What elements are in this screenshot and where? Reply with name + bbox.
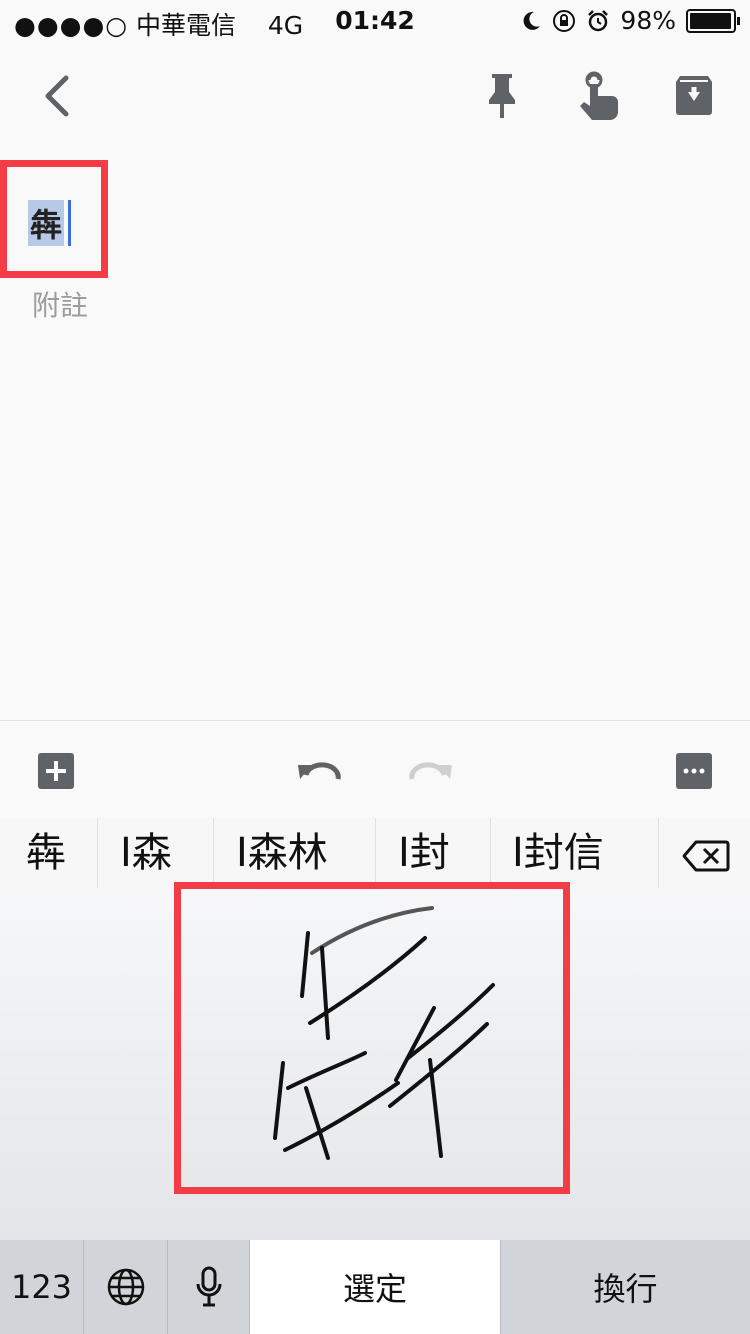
handwriting-highlight-box [174,882,570,1194]
note-body-input[interactable]: 附註 [32,284,88,324]
battery-icon [686,8,740,33]
backspace-icon[interactable] [682,840,730,872]
editor-bar [0,720,750,819]
status-bar: ●●●●○ 中華電信 4G 01:42 98% [0,0,750,40]
archive-icon[interactable] [674,74,714,116]
alarm-icon [588,9,609,31]
redo-icon[interactable] [408,757,454,785]
candidate-divider [658,818,659,888]
globe-icon [107,1268,144,1306]
candidate-item[interactable]: I封 [398,818,450,888]
numbers-key[interactable]: 123 [0,1240,84,1334]
candidate-item[interactable]: I封信 [512,818,604,888]
candidate-divider [490,818,491,888]
microphone-key[interactable] [168,1240,250,1334]
candidate-item[interactable]: I森 [120,818,172,888]
battery-percent: 98% [620,6,676,35]
pin-icon[interactable] [484,72,520,120]
status-right: 98% [520,6,740,35]
keyboard-bottom-row: 123 選定 換行 [0,1240,750,1334]
reminder-icon[interactable] [576,70,622,122]
undo-icon[interactable] [296,757,342,785]
select-key[interactable]: 選定 [250,1240,500,1334]
microphone-icon [196,1266,221,1307]
candidate-bar: 犇 I森 I森林 I封 I封信 [0,818,750,888]
add-box-icon[interactable] [38,753,74,789]
more-icon[interactable] [676,753,712,789]
candidate-divider [213,818,214,888]
text-caret [68,200,71,246]
moon-icon [524,11,541,30]
globe-key[interactable] [84,1240,168,1334]
battery-fill [690,12,732,29]
candidate-divider [375,818,376,888]
candidate-item[interactable]: I森林 [236,818,328,888]
back-icon[interactable] [36,70,76,122]
candidate-item[interactable]: 犇 [26,818,66,888]
rotation-lock-icon [553,9,576,32]
note-title-input[interactable]: 犇 [28,200,65,246]
return-key[interactable]: 換行 [500,1240,750,1334]
candidate-divider [97,818,98,888]
